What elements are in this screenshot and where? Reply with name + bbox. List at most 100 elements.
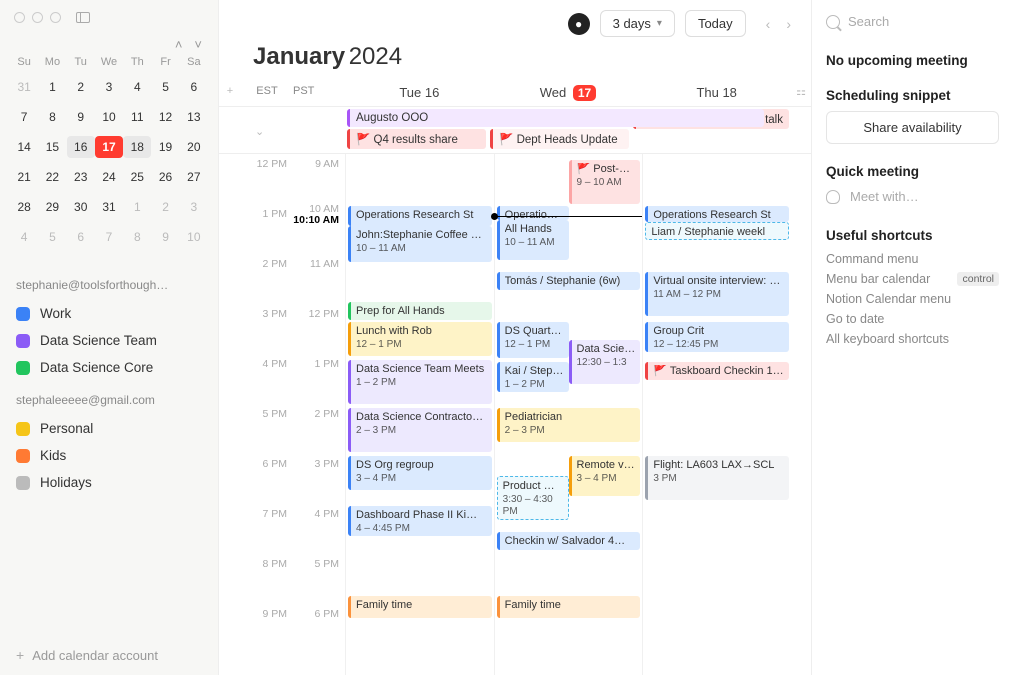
mini-day[interactable]: 1 [123,196,151,218]
mini-day[interactable]: 4 [10,226,38,248]
mini-day[interactable]: 6 [67,226,95,248]
shortcut-item[interactable]: Notion Calendar menu [826,289,999,309]
today-button[interactable]: Today [685,10,746,37]
calendar-event[interactable]: Liam / Stephanie weekl [645,222,789,240]
shortcut-item[interactable]: All keyboard shortcuts [826,329,999,349]
mini-next-icon[interactable]: ˅ [194,37,202,52]
calendar-event[interactable]: 🚩 Post-Launch…9 – 10 AM [569,160,641,204]
add-calendar-account[interactable]: + Add calendar account [0,635,218,675]
calendar-event[interactable]: Operations Research St [348,206,492,226]
zoom-icon[interactable] [50,12,61,23]
mini-day[interactable]: 13 [180,106,208,128]
day-header-wed[interactable]: Wed 17 [494,79,643,106]
meet-with-input[interactable]: Meet with… [826,185,999,208]
calendar-event[interactable]: 🚩 Taskboard Checkin 1… [645,362,789,380]
add-event-icon[interactable]: + [219,79,241,106]
shortcut-item[interactable]: Menu bar calendarcontrol [826,269,999,289]
day-header-thu[interactable]: Thu 18 [642,79,791,106]
calendar-event[interactable]: Checkin w/ Salvador 4… [497,532,641,550]
calendar-event[interactable]: Tomás / Stephanie (6w) [497,272,641,290]
mini-day[interactable]: 20 [180,136,208,158]
mini-day[interactable]: 21 [10,166,38,188]
mini-day[interactable]: 14 [10,136,38,158]
shortcut-item[interactable]: Command menu [826,249,999,269]
calendar-event[interactable]: Virtual onsite interview: Pedro …11 AM –… [645,272,789,316]
mini-day[interactable]: 23 [67,166,95,188]
calendar-event[interactable]: Flight: LA603 LAX→SCL3 PM [645,456,789,500]
allday-event[interactable]: 🚩 Dept Heads Update [490,129,629,149]
calendar-item[interactable]: Holidays [14,469,204,496]
mini-day[interactable]: 1 [38,76,66,98]
calendar-grid[interactable]: 12 PM1 PM2 PM3 PM4 PM5 PM6 PM7 PM8 PM9 P… [219,154,811,675]
allday-event[interactable]: 🚩 Q4 results share [347,129,486,149]
mini-day[interactable]: 3 [95,76,123,98]
calendar-event[interactable]: Remote visit …3 – 4 PM [569,456,641,496]
mini-day[interactable]: 12 [151,106,179,128]
calendar-event[interactable]: Lunch with Rob12 – 1 PM [348,322,492,356]
expand-allday-icon[interactable]: ⌄ [255,125,264,138]
mini-day[interactable]: 15 [38,136,66,158]
mini-day[interactable]: 11 [123,106,151,128]
mini-day[interactable]: 27 [180,166,208,188]
shortcut-item[interactable]: Go to date [826,309,999,329]
calendar-item[interactable]: Kids [14,442,204,469]
settings-icon[interactable]: ⚏ [791,79,811,106]
calendar-item[interactable]: Data Science Core [14,354,204,381]
calendar-event[interactable]: Product Marketing Q&A3:30 – 4:30 PM [497,476,569,520]
mini-day[interactable]: 22 [38,166,66,188]
range-selector[interactable]: 3 days ▾ [600,10,675,37]
calendar-event[interactable]: All Hands10 – 11 AM [497,220,569,260]
mini-day[interactable]: 30 [67,196,95,218]
mini-day[interactable]: 25 [123,166,151,188]
day-column-thu[interactable]: Operations Research StLiam / Stephanie w… [642,154,791,675]
close-icon[interactable] [14,12,25,23]
mini-day[interactable]: 17 [95,136,123,158]
mini-day[interactable]: 16 [67,136,95,158]
calendar-event[interactable]: Pediatrician2 – 3 PM [497,408,641,442]
mini-day[interactable]: 28 [10,196,38,218]
mini-day[interactable]: 8 [38,106,66,128]
calendar-event[interactable]: Operations Research St [645,206,789,222]
mini-day[interactable]: 2 [151,196,179,218]
calendar-event[interactable]: Prep for All Hands11:… [348,302,492,320]
mini-day[interactable]: 7 [10,106,38,128]
mini-day[interactable]: 7 [95,226,123,248]
mini-day[interactable]: 10 [180,226,208,248]
mini-day[interactable]: 6 [180,76,208,98]
avatar[interactable]: ● [568,13,590,35]
mini-day[interactable]: 5 [38,226,66,248]
calendar-event[interactable]: DS Quarterly Outreach12 – 1 PM [497,322,569,358]
calendar-event[interactable]: Kai / Stephan…1 – 2 PM [497,362,569,392]
mini-day[interactable]: 5 [151,76,179,98]
search-input[interactable]: Search [826,10,999,33]
day-column-wed[interactable]: 🚩 Post-Launch…9 – 10 AMOperations R…All … [494,154,643,675]
mini-day[interactable]: 31 [95,196,123,218]
mini-day[interactable]: 29 [38,196,66,218]
calendar-event[interactable]: Data Science Contractor Intake: …2 – 3 P… [348,408,492,452]
mini-day[interactable]: 4 [123,76,151,98]
mini-day[interactable]: 9 [67,106,95,128]
mini-day[interactable]: 2 [67,76,95,98]
calendar-event[interactable]: Operations R… [497,206,569,220]
minimize-icon[interactable] [32,12,43,23]
calendar-event[interactable]: Data Scienc…12:30 – 1:3 [569,340,641,384]
mini-day[interactable]: 31 [10,76,38,98]
mini-day[interactable]: 3 [180,196,208,218]
mini-day[interactable]: 8 [123,226,151,248]
mini-day[interactable]: 10 [95,106,123,128]
calendar-event[interactable]: DS Org regroup3 – 4 PM [348,456,492,490]
calendar-event[interactable]: Family time [348,596,492,618]
calendar-item[interactable]: Personal [14,415,204,442]
allday-event[interactable]: Augusto OOO [347,109,764,127]
calendar-event[interactable]: Data Science Team Meets1 – 2 PM [348,360,492,404]
calendar-event[interactable]: Group Crit12 – 12:45 PM [645,322,789,352]
calendar-event[interactable]: Dashboard Phase II Ki…4 – 4:45 PM [348,506,492,536]
mini-day[interactable]: 19 [151,136,179,158]
sidebar-toggle-icon[interactable] [76,12,90,23]
mini-day[interactable]: 18 [123,136,151,158]
next-period-icon[interactable]: › [780,12,797,36]
mini-day[interactable]: 26 [151,166,179,188]
day-column-tue[interactable]: Operations Research StJohn:Stephanie Cof… [345,154,494,675]
share-availability-button[interactable]: Share availability [826,111,999,144]
day-header-tue[interactable]: Tue 16 [345,79,494,106]
